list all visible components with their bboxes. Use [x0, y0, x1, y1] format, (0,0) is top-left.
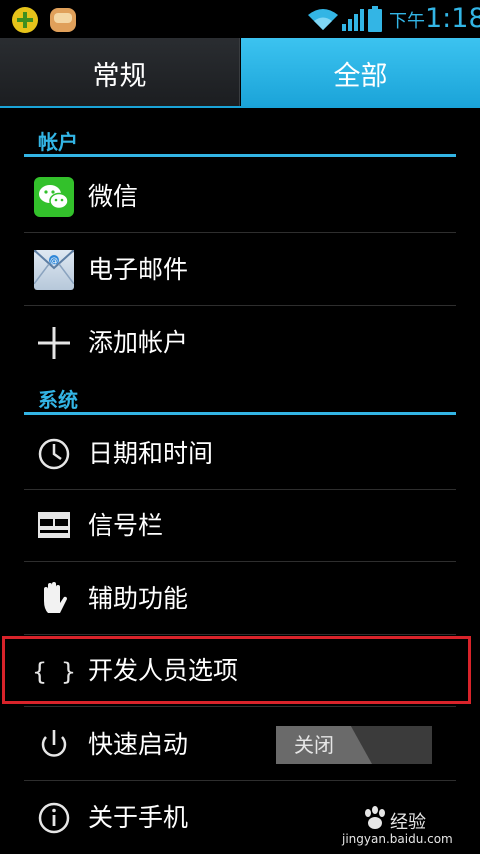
settings-item-label: 电子邮件	[88, 255, 189, 284]
settings-item-wechat[interactable]: 微信	[24, 161, 456, 233]
fast-boot-toggle[interactable]: 关闭	[276, 726, 432, 764]
section-divider	[24, 412, 456, 415]
settings-item-label: 辅助功能	[88, 584, 189, 613]
section-divider	[24, 154, 456, 157]
settings-item-label: 快速启动	[88, 730, 189, 759]
status-bar: 下午1:18	[0, 0, 480, 38]
section-header-system: 系统	[24, 385, 456, 415]
hand-icon	[34, 579, 74, 619]
tab-general[interactable]: 常规	[0, 38, 240, 108]
settings-item-email[interactable]: @ 电子邮件	[24, 234, 456, 306]
baidu-watermark: 经验 jingyan.baidu.com	[342, 802, 454, 852]
settings-item-add-account[interactable]: 添加帐户	[24, 307, 456, 379]
svg-text:@: @	[50, 256, 58, 265]
watermark-title: 经验	[390, 812, 426, 833]
info-icon	[34, 798, 74, 838]
settings-item-label: 添加帐户	[88, 328, 189, 357]
signal-bar-icon	[34, 506, 74, 546]
status-time: 1:18	[425, 3, 480, 34]
section-title-system: 系统	[38, 388, 78, 412]
notification-app-icon-2	[50, 8, 76, 32]
notification-app-icon	[12, 7, 38, 33]
paw-icon	[365, 806, 385, 829]
section-title-accounts: 帐户	[38, 130, 78, 154]
clock-icon	[34, 434, 74, 474]
settings-item-accessibility[interactable]: 辅助功能	[24, 563, 456, 635]
settings-item-fast-boot[interactable]: 快速启动 关闭	[24, 709, 456, 781]
toggle-off-label: 关闭	[294, 733, 334, 757]
settings-item-signal-bar[interactable]: 信号栏	[24, 490, 456, 562]
highlight-annotation-box	[2, 636, 471, 704]
wechat-icon	[34, 177, 74, 217]
email-icon: @	[33, 249, 75, 290]
settings-item-label: 关于手机	[88, 803, 189, 832]
settings-item-label: 信号栏	[88, 511, 164, 540]
section-header-accounts: 帐户	[24, 127, 456, 157]
list-divider	[24, 780, 456, 781]
power-icon	[34, 725, 74, 765]
plus-icon	[34, 323, 74, 363]
list-divider	[24, 561, 456, 562]
list-divider	[24, 305, 456, 306]
settings-item-label: 微信	[88, 182, 139, 211]
signal-icon	[342, 9, 364, 31]
status-ampm: 下午	[389, 11, 425, 32]
tab-indicator-line	[0, 106, 480, 108]
list-divider	[24, 232, 456, 233]
status-clock: 下午1:18	[389, 4, 480, 34]
list-divider	[24, 706, 456, 707]
tab-all[interactable]: 全部	[241, 38, 480, 108]
battery-icon	[368, 6, 382, 32]
settings-item-date-time[interactable]: 日期和时间	[24, 418, 456, 490]
settings-item-label: 日期和时间	[88, 439, 214, 468]
watermark-url: jingyan.baidu.com	[342, 832, 453, 846]
settings-tabs: 常规 全部	[0, 38, 480, 108]
wifi-icon	[308, 9, 338, 30]
